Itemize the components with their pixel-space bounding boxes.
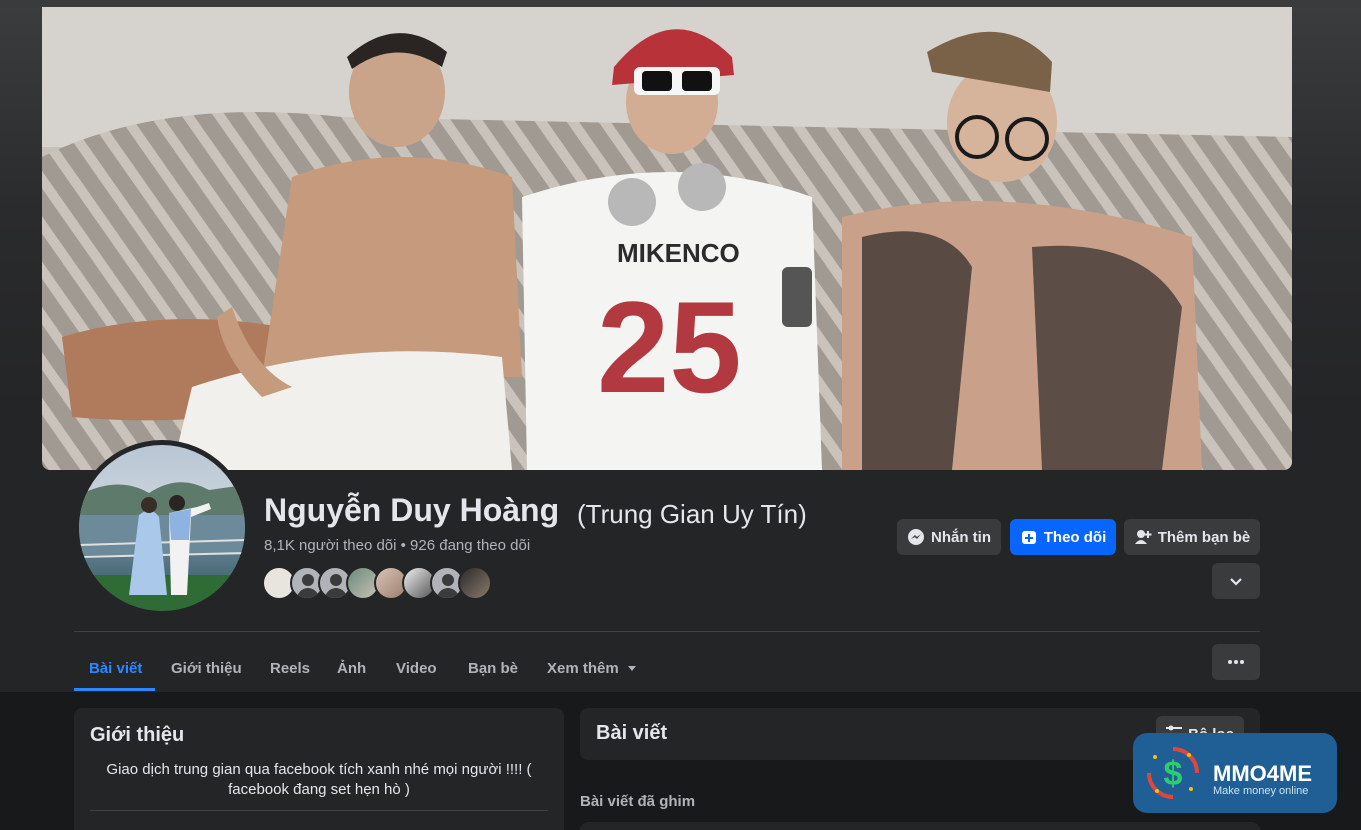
- add-friend-button-label: Thêm bạn bè: [1157, 528, 1251, 546]
- caret-down-icon: [627, 660, 637, 677]
- tab-reels[interactable]: Reels: [270, 644, 310, 692]
- profile-alternate-name: (Trung Gian Uy Tín): [577, 499, 807, 529]
- header-divider: [74, 631, 1260, 632]
- avatar-photo: [79, 445, 245, 611]
- jersey-text: MIKENCO: [617, 238, 740, 268]
- dollar-logo-icon: $: [1143, 743, 1203, 803]
- follow-button[interactable]: Theo dõi: [1010, 519, 1116, 555]
- jersey-number: 25: [597, 274, 742, 420]
- intro-bio: Giao dịch trung gian qua facebook tích x…: [106, 761, 532, 798]
- tab-more[interactable]: Xem thêm: [547, 644, 637, 692]
- tab-about[interactable]: Giới thiệu: [171, 644, 242, 692]
- profile-avatar[interactable]: [74, 440, 250, 616]
- add-friend-icon: [1134, 528, 1152, 546]
- tab-more-label: Xem thêm: [547, 659, 619, 677]
- follow-icon: [1020, 528, 1038, 546]
- friend-avatar[interactable]: [458, 566, 492, 600]
- message-button-label: Nhắn tin: [931, 528, 991, 546]
- more-horizontal-icon: [1227, 653, 1245, 671]
- intro-title: Giới thiệu: [90, 724, 185, 746]
- posts-title: Bài viết: [596, 722, 668, 744]
- intro-card: Giới thiệu Giao dịch trung gian qua face…: [74, 708, 564, 830]
- tab-videos[interactable]: Video: [396, 644, 437, 692]
- more-actions-dropdown-button[interactable]: [1212, 563, 1260, 599]
- mmo4me-watermark: $ MMO4ME Make money online: [1133, 733, 1337, 813]
- tab-posts[interactable]: Bài viết: [89, 644, 142, 692]
- chevron-down-icon: [1227, 572, 1245, 590]
- watermark-symbol: $: [1164, 755, 1183, 793]
- top-bar-strip: [0, 0, 1361, 7]
- add-friend-button[interactable]: Thêm bạn bè: [1124, 519, 1260, 555]
- cover-photo[interactable]: MIKENCO 25: [42, 7, 1292, 470]
- pinned-post-card: [580, 822, 1260, 830]
- profile-name: Nguyễn Duy Hoàng: [264, 492, 560, 528]
- intro-divider: [90, 810, 548, 811]
- tab-photos[interactable]: Ảnh: [337, 644, 366, 692]
- pinned-posts-label: Bài viết đã ghim: [580, 793, 696, 810]
- watermark-subtitle: Make money online: [1213, 785, 1309, 797]
- active-tab-indicator: [74, 688, 155, 691]
- watermark-title: MMO4ME: [1213, 761, 1312, 786]
- profile-options-button[interactable]: [1212, 644, 1260, 680]
- message-button[interactable]: Nhắn tin: [897, 519, 1001, 555]
- follower-stats[interactable]: 8,1K người theo dõi • 926 đang theo dõi: [264, 537, 530, 554]
- tab-friends[interactable]: Bạn bè: [468, 644, 518, 692]
- messenger-icon: [907, 528, 925, 546]
- cover-photo-illustration: MIKENCO 25: [42, 7, 1292, 470]
- follow-button-label: Theo dõi: [1043, 528, 1107, 546]
